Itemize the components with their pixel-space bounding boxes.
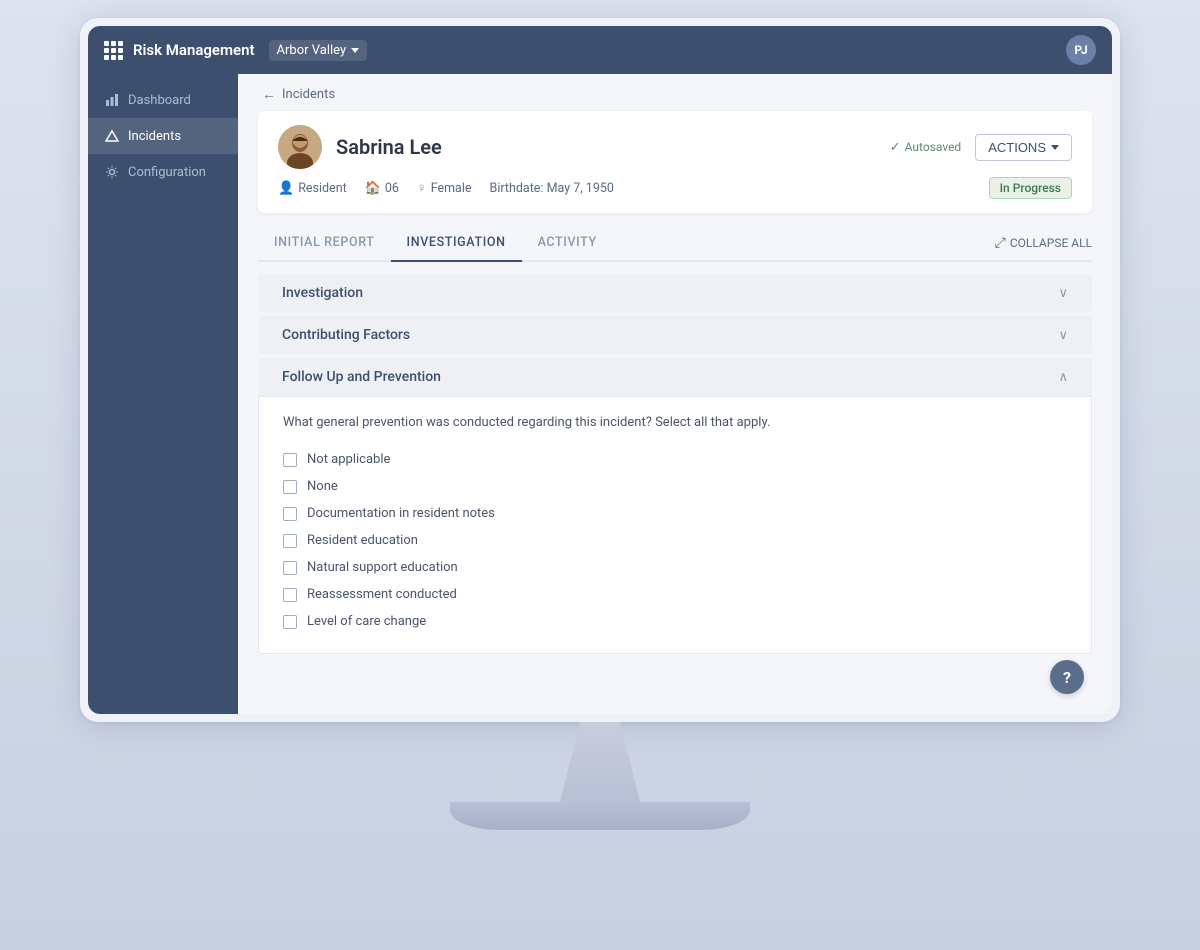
checkbox-level-of-care-box[interactable] xyxy=(283,615,297,629)
section-investigation[interactable]: Investigation ∨ xyxy=(258,274,1092,312)
app-title: Risk Management xyxy=(133,41,255,59)
meta-birthdate: Birthdate: May 7, 1950 xyxy=(490,181,614,196)
patient-gender: Female xyxy=(431,181,472,196)
followup-question: What general prevention was conducted re… xyxy=(283,415,1067,430)
patient-role: Resident xyxy=(298,181,347,196)
monitor-neck xyxy=(500,722,700,802)
meta-gender: ♀ Female xyxy=(417,180,472,196)
monitor-base xyxy=(450,802,750,830)
checkbox-documentation-label: Documentation in resident notes xyxy=(307,506,495,521)
help-button[interactable]: ? xyxy=(1050,660,1084,694)
content-area: ← Incidents xyxy=(238,74,1112,714)
sidebar-item-incidents[interactable]: Incidents xyxy=(88,118,238,154)
home-icon: 🏠 xyxy=(365,181,381,196)
section-investigation-label: Investigation xyxy=(282,285,1052,301)
sidebar-item-configuration[interactable]: Configuration xyxy=(88,154,238,190)
checkbox-not-applicable-box[interactable] xyxy=(283,453,297,467)
section-followup[interactable]: Follow Up and Prevention ∧ xyxy=(258,358,1092,396)
patient-name: Sabrina Lee xyxy=(336,135,890,159)
sidebar-item-dashboard[interactable]: Dashboard xyxy=(88,82,238,118)
checkbox-not-applicable-label: Not applicable xyxy=(307,452,390,467)
section-investigation-chevron: ∨ xyxy=(1058,286,1068,301)
checkbox-resident-education: Resident education xyxy=(283,527,1067,554)
sidebar-item-configuration-label: Configuration xyxy=(128,165,206,180)
sidebar: Dashboard Incidents xyxy=(88,74,238,714)
section-contributing-label: Contributing Factors xyxy=(282,327,1052,343)
patient-header-top: Sabrina Lee ✓ Autosaved ACTIONS xyxy=(278,125,1072,169)
actions-button[interactable]: ACTIONS xyxy=(975,134,1072,161)
tabs-bar: INITIAL REPORT INVESTIGATION ACTIVITY ⤢ … xyxy=(258,225,1092,262)
section-followup-label: Follow Up and Prevention xyxy=(282,369,1052,385)
monitor-stand xyxy=(450,722,750,830)
checkbox-level-of-care: Level of care change xyxy=(283,608,1067,635)
org-name: Arbor Valley xyxy=(277,43,347,58)
checkbox-documentation-box[interactable] xyxy=(283,507,297,521)
checkbox-documentation: Documentation in resident notes xyxy=(283,500,1067,527)
actions-label: ACTIONS xyxy=(988,140,1046,155)
tab-investigation[interactable]: INVESTIGATION xyxy=(391,225,522,262)
triangle-icon xyxy=(104,128,120,144)
gear-icon xyxy=(104,164,120,180)
sidebar-item-incidents-label: Incidents xyxy=(128,129,181,144)
patient-card: Sabrina Lee ✓ Autosaved ACTIONS xyxy=(258,111,1092,213)
checkbox-none-box[interactable] xyxy=(283,480,297,494)
checkbox-level-of-care-label: Level of care change xyxy=(307,614,426,629)
sidebar-item-dashboard-label: Dashboard xyxy=(128,93,191,108)
checkbox-resident-education-label: Resident education xyxy=(307,533,418,548)
patient-room: 06 xyxy=(385,181,399,196)
grid-icon[interactable] xyxy=(104,41,123,60)
status-badge: In Progress xyxy=(989,177,1072,199)
checkbox-natural-support-box[interactable] xyxy=(283,561,297,575)
main-layout: Dashboard Incidents xyxy=(88,74,1112,714)
breadcrumb: ← Incidents xyxy=(238,74,1112,111)
checkbox-none-label: None xyxy=(307,479,338,494)
section-followup-chevron: ∧ xyxy=(1058,370,1068,385)
checkbox-none: None xyxy=(283,473,1067,500)
tab-activity[interactable]: ACTIVITY xyxy=(522,225,613,262)
checkbox-resident-education-box[interactable] xyxy=(283,534,297,548)
checkbox-reassessment-label: Reassessment conducted xyxy=(307,587,457,602)
gender-icon: ♀ xyxy=(417,180,427,196)
followup-section: What general prevention was conducted re… xyxy=(258,396,1092,654)
content-wrapper: ← Incidents xyxy=(238,74,1112,714)
top-nav: Risk Management Arbor Valley PJ xyxy=(88,26,1112,74)
collapse-all-label: COLLAPSE ALL xyxy=(1010,236,1092,250)
checkbox-not-applicable: Not applicable xyxy=(283,446,1067,473)
collapse-icon: ⤢ xyxy=(995,235,1006,251)
user-avatar[interactable]: PJ xyxy=(1066,35,1096,65)
tab-initial-report[interactable]: INITIAL REPORT xyxy=(258,225,391,262)
bar-chart-icon xyxy=(104,92,120,108)
patient-avatar xyxy=(278,125,322,169)
checkbox-reassessment-box[interactable] xyxy=(283,588,297,602)
meta-room: 🏠 06 xyxy=(365,181,399,196)
section-contributing-factors[interactable]: Contributing Factors ∨ xyxy=(258,316,1092,354)
checkbox-natural-support: Natural support education xyxy=(283,554,1067,581)
collapse-all-button[interactable]: ⤢ COLLAPSE ALL xyxy=(995,235,1092,251)
person-icon: 👤 xyxy=(278,181,294,196)
checkmark-icon: ✓ xyxy=(890,140,901,155)
autosaved-indicator: ✓ Autosaved xyxy=(890,140,961,155)
patient-birthdate: Birthdate: May 7, 1950 xyxy=(490,181,614,196)
back-arrow-icon: ← xyxy=(262,86,276,103)
org-selector[interactable]: Arbor Valley xyxy=(269,40,368,61)
chevron-down-icon xyxy=(351,48,359,53)
checkbox-natural-support-label: Natural support education xyxy=(307,560,458,575)
section-contributing-chevron: ∨ xyxy=(1058,328,1068,343)
actions-chevron-icon xyxy=(1051,145,1059,150)
monitor-outer: Risk Management Arbor Valley PJ xyxy=(80,18,1120,722)
meta-role: 👤 Resident xyxy=(278,181,347,196)
checkbox-reassessment: Reassessment conducted xyxy=(283,581,1067,608)
autosaved-label: Autosaved xyxy=(905,140,962,154)
monitor-screen: Risk Management Arbor Valley PJ xyxy=(88,26,1112,714)
patient-meta: 👤 Resident 🏠 06 ♀ Female xyxy=(278,177,1072,199)
breadcrumb-incidents-link[interactable]: Incidents xyxy=(282,87,335,102)
